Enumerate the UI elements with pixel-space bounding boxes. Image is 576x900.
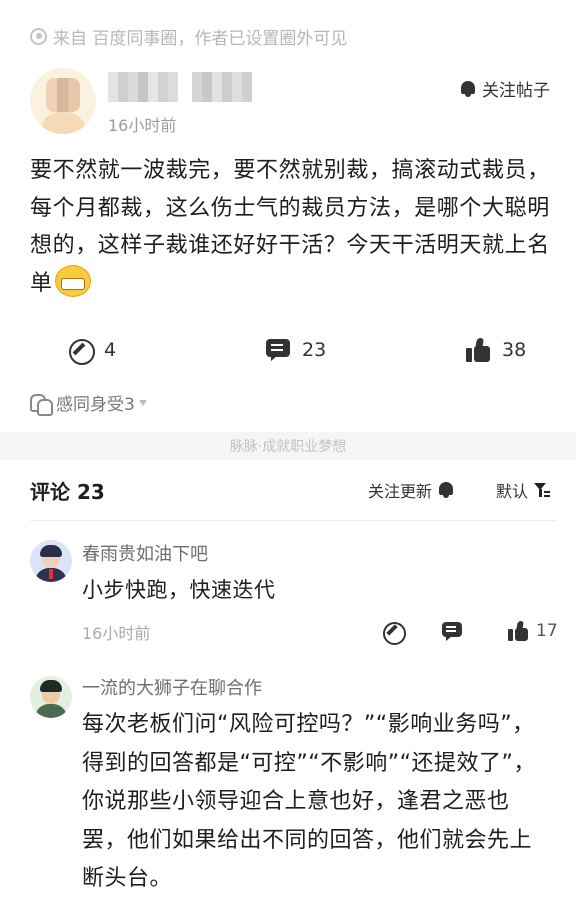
avatar[interactable]: [30, 676, 72, 718]
sort-button[interactable]: 默认: [496, 478, 551, 502]
divider-text: 脉脉·成就职业梦想: [229, 439, 347, 455]
avatar-shirt: [40, 112, 86, 134]
bell-icon: [438, 481, 454, 499]
repost-icon: [68, 338, 95, 365]
repost-button[interactable]: 4: [68, 336, 117, 365]
comment-author[interactable]: 春雨贵如油下吧: [82, 540, 208, 566]
author-avatar[interactable]: [30, 68, 96, 134]
sort-label: 默认: [496, 482, 529, 501]
comment-count: 23: [302, 339, 327, 361]
comment-text: 小步快跑，快速迭代: [82, 578, 276, 602]
mosaic-block: [108, 72, 178, 102]
sort-filter-icon: [534, 482, 551, 498]
circle-icon: [30, 27, 47, 45]
follow-updates-label: 关注更新: [368, 482, 433, 501]
comment-author[interactable]: 一流的大狮子在聊合作: [82, 674, 262, 700]
comment-like-count: 17: [536, 621, 558, 641]
post-source-text: 来自 百度同事圈，作者已设置圈外可见: [53, 28, 348, 49]
post-body-text: 要不然就一波裁完，要不然就别裁，搞滚动式裁员，每个月都裁，这么伤士气的裁员方法，…: [30, 158, 550, 296]
thumbs-up-icon: [508, 621, 528, 641]
comments-title: 评论 23: [30, 480, 105, 504]
comment-text: 每次老板们问“风险可控吗？”“影响业务吗”，得到的回答都是“可控”“不影响”“还…: [82, 712, 536, 891]
divider-line: [30, 520, 556, 521]
repost-icon: [382, 621, 406, 645]
comment-icon: [266, 338, 290, 362]
thumbs-up-icon: [466, 338, 490, 362]
reaction-label: 感同身受3: [56, 395, 135, 415]
comment-like-button[interactable]: 17: [508, 620, 558, 642]
bell-icon: [460, 80, 476, 98]
section-divider: 脉脉·成就职业梦想: [0, 432, 576, 460]
avatar[interactable]: [30, 540, 72, 582]
comment-button[interactable]: 23: [266, 336, 326, 364]
like-count: 38: [502, 339, 527, 361]
follow-updates-button[interactable]: 关注更新: [368, 478, 454, 502]
comment-time: 16小时前: [82, 624, 151, 643]
post-time: 16小时前: [108, 116, 177, 135]
like-button[interactable]: 38: [466, 336, 526, 364]
grin-emoji-icon: [54, 264, 91, 297]
reaction-icon: [30, 393, 53, 416]
follow-post-label: 关注帖子: [482, 81, 550, 101]
comment-icon: [442, 621, 462, 641]
comment-repost-button[interactable]: [382, 620, 406, 645]
author-name-mosaic[interactable]: [108, 72, 252, 102]
avatar-face-mosaic: [46, 78, 80, 112]
follow-post-button[interactable]: 关注帖子: [460, 76, 550, 101]
reaction-summary[interactable]: 感同身受3: [30, 390, 147, 416]
comment-reply-button[interactable]: [442, 620, 462, 642]
chevron-down-icon: [138, 399, 147, 406]
repost-count: 4: [104, 339, 117, 361]
post-source: 来自 百度同事圈，作者已设置圈外可见: [30, 24, 348, 49]
post-body: 要不然就一波裁完，要不然就别裁，搞滚动式裁员，每个月都裁，这么伤士气的裁员方法，…: [30, 152, 552, 302]
mosaic-block: [192, 72, 252, 102]
